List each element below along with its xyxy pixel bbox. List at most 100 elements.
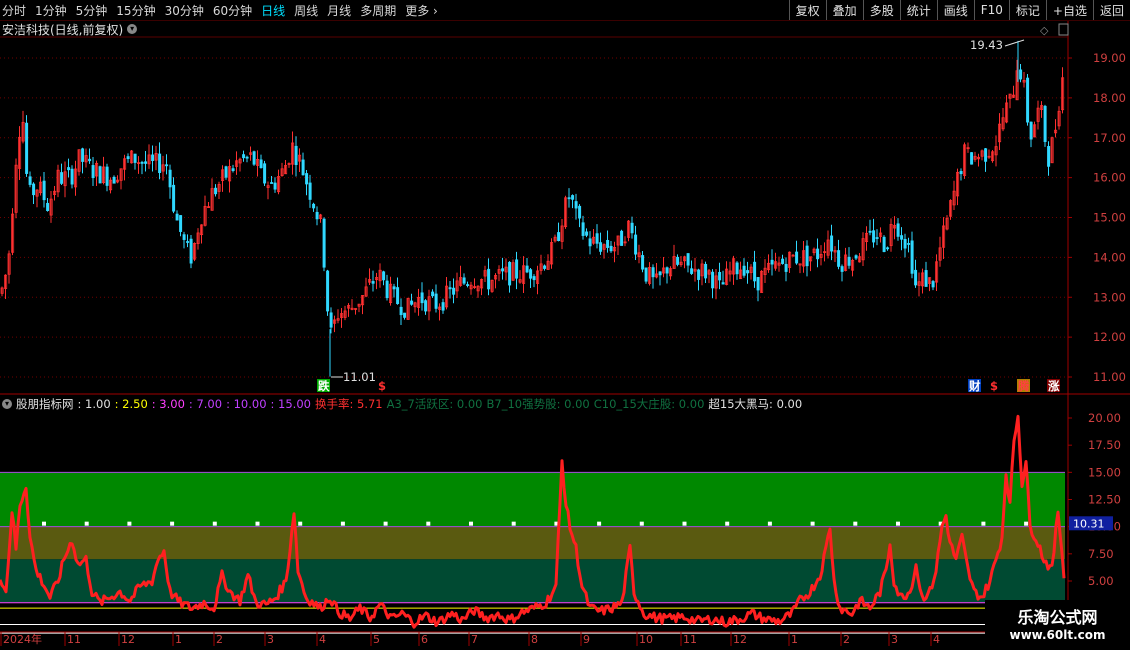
chevron-down-icon[interactable]: ▾	[2, 399, 12, 409]
candle-body	[186, 241, 190, 243]
candle-body	[952, 190, 956, 206]
period-tab[interactable]: 30分钟	[165, 2, 204, 19]
indicator-legend: ▾ 股朋指标网 : 1.00: 2.50: 3.00: 7.00: 10.00:…	[2, 396, 806, 412]
x-tick-label: 10	[639, 633, 653, 646]
candle-body	[406, 297, 410, 320]
ind-tick-label: 12.50	[1088, 493, 1121, 507]
candle-body	[14, 164, 18, 213]
candle-body	[77, 149, 81, 172]
price-tick-label: 15.00	[1093, 211, 1126, 225]
toolbar-button[interactable]: +自选	[1045, 0, 1093, 20]
indicator-param: A3_7活跃区: 0.00	[386, 397, 483, 411]
period-tab[interactable]: 更多 ›	[405, 2, 438, 19]
candle-body	[151, 154, 155, 161]
candle-body	[683, 256, 687, 262]
candle-body	[291, 142, 295, 165]
candle-body	[21, 121, 25, 142]
candle-body	[833, 250, 837, 253]
candle-body	[648, 267, 652, 284]
candle-body	[931, 281, 935, 288]
dot-marker	[84, 521, 89, 526]
indicator-param: : 7.00	[188, 397, 223, 411]
candle-body	[704, 263, 708, 279]
candle-body	[620, 230, 624, 246]
candle-body	[767, 262, 771, 271]
candle-body	[714, 275, 718, 289]
period-tab[interactable]: 月线	[327, 2, 351, 19]
band-3-7	[0, 559, 1065, 603]
candle-body	[599, 242, 603, 252]
candle-body	[1040, 105, 1044, 110]
toolbar-button[interactable]: 返回	[1092, 0, 1130, 20]
candles	[0, 59, 1065, 334]
candle-body	[634, 234, 638, 255]
candle-body	[875, 237, 879, 239]
candle-body	[795, 251, 799, 264]
period-tab[interactable]: 5分钟	[76, 2, 108, 19]
toolbar-button[interactable]: 复权	[788, 0, 826, 20]
candle-body	[242, 154, 246, 159]
candle-body	[98, 166, 102, 184]
candle-body	[487, 268, 491, 290]
candle-body	[546, 260, 550, 270]
candle-body	[203, 205, 207, 226]
candle-body	[32, 183, 36, 196]
candle-body	[963, 144, 967, 176]
candle-body	[329, 312, 333, 328]
period-tab[interactable]: 多周期	[360, 2, 396, 19]
candle-body	[389, 283, 393, 304]
candle-body	[910, 240, 914, 274]
candle-body	[998, 123, 1002, 143]
toolbar-button[interactable]: 多股	[862, 0, 900, 20]
candle-body	[256, 158, 260, 166]
candle-body	[606, 239, 610, 248]
candle-body	[756, 277, 760, 291]
candle-body	[336, 318, 340, 321]
candle-body	[305, 173, 309, 185]
candle-body	[158, 153, 162, 174]
toolbar-button[interactable]: F10	[973, 0, 1009, 20]
candle-body	[592, 236, 596, 244]
toolbar-button[interactable]: 标记	[1008, 0, 1046, 20]
candle-body	[284, 165, 288, 175]
candle-body	[193, 243, 197, 260]
dot-marker	[597, 521, 602, 526]
period-tab[interactable]: 1分钟	[35, 2, 67, 19]
candle-body	[1029, 121, 1033, 140]
candle-body	[340, 313, 344, 318]
candle-body	[735, 262, 739, 275]
candle-body	[403, 312, 407, 318]
candle-body	[613, 246, 617, 252]
toolbar-button[interactable]: 画线	[936, 0, 974, 20]
candle-body	[63, 171, 67, 187]
candle-body	[417, 296, 421, 308]
period-tab[interactable]: 日线	[261, 2, 285, 19]
stock-title: 安洁科技(日线,前复权)	[2, 22, 124, 37]
candle-body	[900, 235, 904, 240]
period-tab[interactable]: 60分钟	[213, 2, 252, 19]
candle-body	[791, 254, 795, 257]
toolbar-button[interactable]: 统计	[899, 0, 937, 20]
toolbar-button[interactable]: 叠加	[825, 0, 863, 20]
price-tick-label: 12.00	[1093, 330, 1126, 344]
chevron-down-icon[interactable]: ▾	[127, 24, 138, 34]
x-tick-label: 1	[175, 633, 182, 646]
candle-body	[343, 310, 347, 318]
dot-marker	[682, 521, 687, 526]
candle-body	[623, 241, 627, 244]
candle-body	[707, 270, 711, 275]
period-tab[interactable]: 分时	[2, 2, 26, 19]
candle-body	[956, 171, 960, 197]
period-tab[interactable]: 15分钟	[116, 2, 155, 19]
candle-body	[154, 153, 158, 161]
candle-body	[91, 165, 95, 179]
dollar-marker: $	[990, 379, 998, 393]
period-tab[interactable]: 周线	[294, 2, 318, 19]
candle-body	[137, 162, 141, 165]
candle-body	[392, 286, 396, 290]
candle-body	[252, 151, 256, 165]
candle-body	[564, 197, 568, 228]
price-tick-label: 19.00	[1093, 51, 1126, 65]
indicator-param: : 1.00	[77, 397, 111, 411]
current-value-box	[1069, 516, 1113, 531]
